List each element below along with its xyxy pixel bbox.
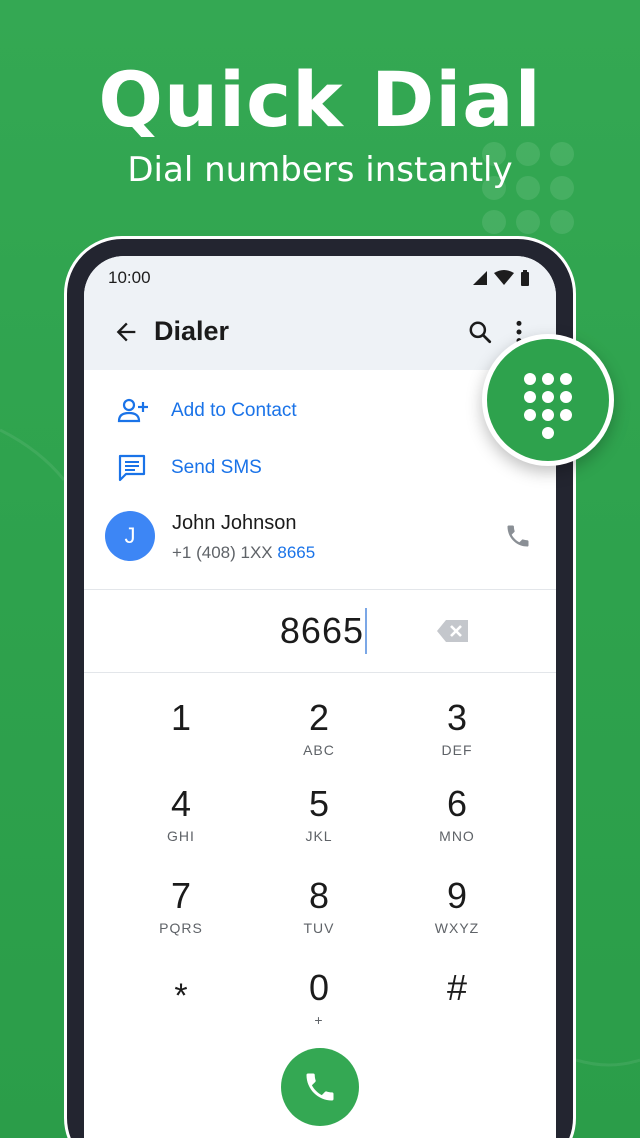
dial-key-digit: 3 [446,697,468,738]
hero-subtitle: Dial numbers instantly [127,150,513,190]
dial-input-value: 8665 [279,610,364,651]
dial-key-8[interactable]: 8 TUV [259,876,379,956]
contact-number-match: 8665 [277,543,316,562]
dial-key-digit: 1 [170,697,192,738]
dial-key-hash[interactable]: # [397,968,517,1048]
dial-key-1[interactable]: 1 [121,698,241,778]
dial-key-letters: JKL [305,828,333,844]
dial-key-letters: DEF [441,742,473,758]
dial-key-5[interactable]: 5 JKL [259,784,379,864]
call-button[interactable] [281,1048,359,1126]
dial-key-6[interactable]: 6 MNO [397,784,517,864]
dial-key-digit: 7 [170,875,192,916]
contact-suggestion[interactable]: J John Johnson +1 (408) 1XX 8665 [84,508,556,572]
dial-key-letters: TUV [303,920,335,936]
dial-input[interactable]: 8665 [84,590,556,674]
app-bar: 10:00 Dialer [84,256,556,370]
send-sms-row[interactable]: Send SMS [84,443,556,493]
text-cursor [365,608,367,654]
dial-key-letters: WXYZ [434,920,480,936]
phone-icon[interactable] [504,522,532,550]
dial-key-star[interactable]: * [121,968,241,1048]
dial-key-digit: 2 [308,697,330,738]
dial-key-4[interactable]: 4 GHI [121,784,241,864]
signal-icon [473,271,487,285]
dial-key-letters: + [314,1012,324,1028]
dial-key-7[interactable]: 7 PQRS [121,876,241,956]
dial-key-digit: # [446,967,468,1008]
dial-key-9[interactable]: 9 WXYZ [397,876,517,956]
dialpad-fab[interactable] [482,334,614,466]
add-to-contact-label: Add to Contact [171,400,297,421]
battery-icon [521,270,529,286]
send-sms-label: Send SMS [171,457,262,478]
dial-key-letters: MNO [439,828,475,844]
contact-number-prefix: +1 (408) 1XX [172,543,278,562]
wifi-icon [494,270,514,285]
dial-key-2[interactable]: 2 ABC [259,698,379,778]
hero-title: Quick Dial [98,55,542,144]
dial-key-digit: 8 [308,875,330,916]
arrow-back-icon[interactable] [112,318,140,346]
phone-icon [306,1073,334,1101]
dial-key-3[interactable]: 3 DEF [397,698,517,778]
dial-key-letters: PQRS [159,920,203,936]
contact-name: John Johnson [172,512,297,534]
dial-key-digit: 9 [446,875,468,916]
dial-key-letters: GHI [167,828,195,844]
dial-key-letters: ABC [303,742,335,758]
dial-key-0[interactable]: 0 + [259,968,379,1048]
dial-key-digit: 0 [308,967,330,1008]
dial-key-digit: 4 [170,783,192,824]
message-icon [118,454,146,482]
contact-number: +1 (408) 1XX 8665 [172,543,315,563]
status-time: 10:00 [108,268,151,287]
dial-key-digit: 5 [308,783,330,824]
person-add-icon [117,398,148,423]
avatar: J [105,511,155,561]
status-icons [472,270,530,286]
dial-key-digit: 6 [446,783,468,824]
page-title: Dialer [154,316,230,346]
divider [84,672,556,673]
dialpad-icon [524,373,572,439]
dial-key-digit: * [174,977,188,1015]
backspace-icon[interactable] [436,618,470,644]
